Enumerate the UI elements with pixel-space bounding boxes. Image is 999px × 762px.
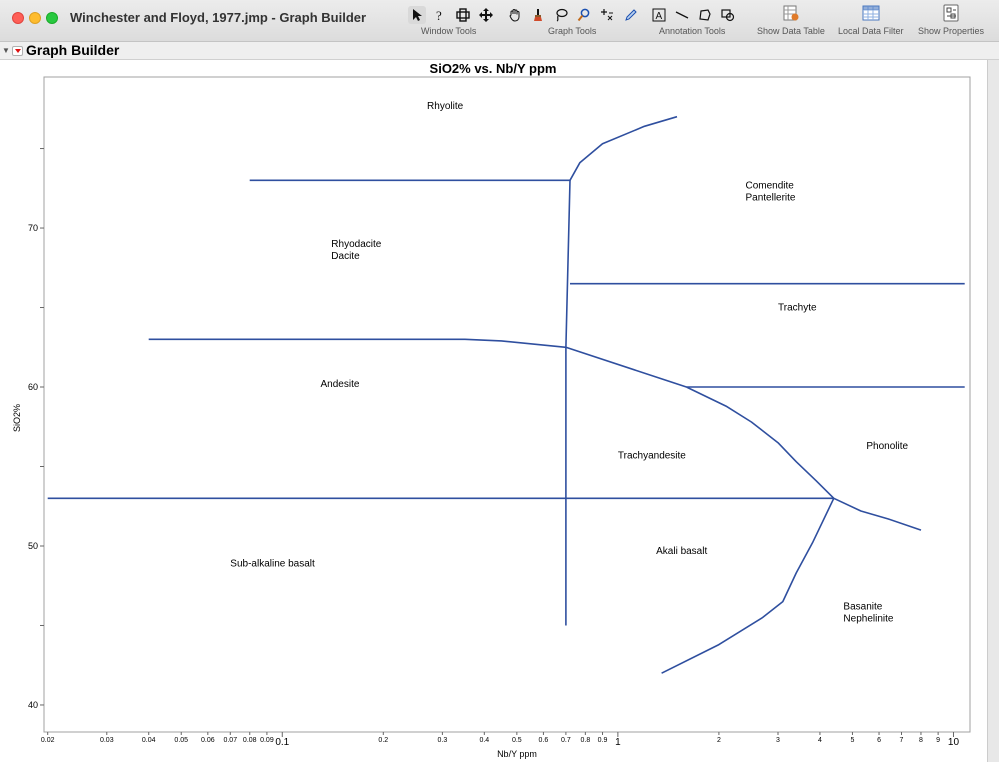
y-axis-label: SiO2% [12, 404, 22, 432]
x-tick-label: 2 [717, 737, 721, 744]
move-cross-icon[interactable] [477, 6, 495, 24]
disclosure-triangle-icon[interactable]: ▼ [2, 46, 10, 55]
x-tick-label: 0.2 [378, 737, 388, 744]
show-properties-button[interactable]: Show Properties [918, 26, 984, 36]
x-tick-label: 0.07 [223, 737, 237, 744]
region-label: Phonolite [866, 441, 908, 452]
polygon-icon[interactable] [696, 6, 714, 24]
region-label: Akali basalt [656, 546, 707, 557]
region-label: Sub-alkaline basalt [230, 559, 315, 570]
region-label: Trachyte [778, 303, 817, 314]
x-tick-label: 6 [877, 737, 881, 744]
x-tick-label: 3 [776, 737, 780, 744]
region-label: Comendite Pantellerite [745, 180, 795, 203]
help-question-icon[interactable]: ? [431, 6, 449, 24]
y-tick-label: 50 [28, 541, 38, 551]
region-label: Trachyandesite [618, 451, 686, 462]
simple-shape-icon[interactable] [719, 6, 737, 24]
annotation-tools-label: Annotation Tools [659, 26, 726, 36]
x-tick-label: 7 [900, 737, 904, 744]
x-tick-label: 0.04 [142, 737, 156, 744]
y-tick-label: 40 [28, 700, 38, 710]
close-window-button[interactable] [12, 12, 24, 24]
x-tick-label: 0.02 [41, 737, 55, 744]
properties-icon[interactable] [942, 4, 960, 22]
x-tick-label: 4 [818, 737, 822, 744]
region-label: Rhyolite [427, 101, 464, 112]
data-table-icon[interactable] [782, 4, 800, 22]
x-tick-label: 0.8 [580, 737, 590, 744]
x-tick-label: 0.08 [243, 737, 257, 744]
text-annotation-icon[interactable]: A [650, 6, 668, 24]
x-tick-label: 0.4 [479, 737, 489, 744]
x-tick-label: 1 [615, 737, 621, 748]
maximize-window-button[interactable] [46, 12, 58, 24]
brush-icon[interactable] [529, 6, 547, 24]
show-data-table-button[interactable]: Show Data Table [757, 26, 825, 36]
plot-frame [43, 76, 971, 733]
crosshair-icon[interactable] [598, 6, 616, 24]
window-title: Winchester and Floyd, 1977.jmp - Graph B… [70, 10, 367, 25]
x-tick-label: 0.7 [561, 737, 571, 744]
x-tick-label: 0.09 [260, 737, 274, 744]
region-label: Andesite [321, 379, 360, 390]
x-tick-label: 0.9 [598, 737, 608, 744]
svg-text:?: ? [436, 8, 442, 22]
x-tick-label: 8 [919, 737, 923, 744]
data-filter-icon[interactable] [862, 4, 880, 22]
window-tools-label: Window Tools [421, 26, 477, 36]
svg-text:A: A [656, 11, 663, 22]
selection-crosshair-icon[interactable] [454, 6, 472, 24]
y-axis: 40 50 60 70 [28, 148, 44, 710]
x-tick-label: 0.05 [174, 737, 188, 744]
x-tick-label: 10 [948, 737, 960, 748]
window-title-bar: Winchester and Floyd, 1977.jmp - Graph B… [0, 0, 999, 42]
window-right-edge [987, 60, 999, 762]
outline-title: Graph Builder [26, 42, 120, 58]
x-tick-label: 0.5 [512, 737, 522, 744]
x-tick-label: 0.3 [438, 737, 448, 744]
x-tick-label: 0.6 [539, 737, 549, 744]
graph-builder-chart[interactable]: SiO2% vs. Nb/Y ppm 40 50 60 70 0.02 0.03 0.04… [0, 60, 987, 762]
y-tick-label: 70 [28, 223, 38, 233]
local-data-filter-button[interactable]: Local Data Filter [838, 26, 904, 36]
pencil-icon[interactable] [622, 6, 640, 24]
lasso-icon[interactable] [552, 6, 570, 24]
y-tick-label: 60 [28, 382, 38, 392]
x-tick-label: 5 [851, 737, 855, 744]
line-icon[interactable] [673, 6, 691, 24]
x-tick-label: 0.1 [275, 737, 289, 748]
outline-header: ▼ Graph Builder [0, 42, 999, 60]
arrow-pointer-icon[interactable] [408, 6, 426, 24]
hand-grabber-icon[interactable] [506, 6, 524, 24]
x-tick-label: 0.06 [201, 737, 215, 744]
magnifier-icon[interactable] [575, 6, 593, 24]
red-triangle-menu-icon[interactable] [12, 46, 23, 56]
minimize-window-button[interactable] [29, 12, 41, 24]
x-tick-label: 0.03 [100, 737, 114, 744]
x-axis-label: Nb/Y ppm [497, 749, 537, 759]
x-tick-label: 9 [936, 737, 940, 744]
chart-title: SiO2% vs. Nb/Y ppm [430, 61, 557, 76]
graph-tools-label: Graph Tools [548, 26, 597, 36]
x-axis: 0.02 0.03 0.04 0.05 0.06 0.07 0.08 0.09 0.1 0.2 0.… [41, 732, 960, 748]
